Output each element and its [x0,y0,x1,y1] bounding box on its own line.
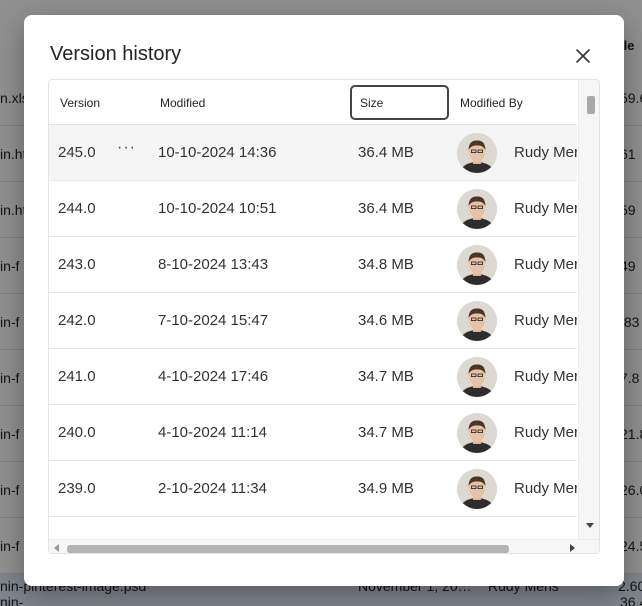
version-modified-by: Rudy Mer [514,256,577,273]
version-modified-by: Rudy Mer [514,200,577,217]
version-number: 244.0 [58,200,96,217]
version-modified: 10-10-2024 14:36 [158,144,277,161]
more-options-button[interactable]: ··· [117,139,136,157]
background-row-name: in-f [0,314,20,330]
user-avatar-image [457,413,497,453]
version-number: 240.0 [58,424,96,441]
avatar [457,189,497,229]
version-size: 34.6 MB [358,312,414,329]
user-avatar-image [457,301,497,341]
version-modified-by: Rudy Mer [514,368,577,385]
dialog-title: Version history [50,43,182,65]
version-size: 34.7 MB [358,424,414,441]
avatar [457,469,497,509]
background-row-name: in.ht [0,202,27,218]
user-avatar-image [457,245,497,285]
background-row-name: in-f [0,426,20,442]
scroll-right-arrow[interactable] [570,544,575,552]
version-row[interactable]: 239.0 2-10-2024 11:34 34.9 MB Rudy Mer [49,461,577,517]
version-grid: Version Modified Size Modified By 245.0 ·… [48,79,600,554]
background-row-name: in-f [0,258,20,274]
version-number: 243.0 [58,256,96,273]
column-header-size[interactable]: Size [360,96,383,110]
version-modified: 4-10-2024 17:46 [158,368,269,385]
version-size: 34.8 MB [358,256,414,273]
background-row-name: in-f [0,370,20,386]
user-avatar-image [457,133,497,173]
column-header-version[interactable]: Version [60,96,100,110]
version-modified-by: Rudy Mer [514,144,577,161]
vertical-scroll-thumb[interactable] [587,96,595,114]
horizontal-scrollbar[interactable] [49,539,599,553]
version-modified: 8-10-2024 13:43 [158,256,269,273]
version-modified-by: Rudy Mer [514,312,577,329]
version-size: 34.9 MB [358,480,414,497]
version-number: 245.0 [58,144,96,161]
version-number: 241.0 [58,368,96,385]
version-row[interactable]: 244.0 10-10-2024 10:51 36.4 MB Rudy Mer [49,181,577,237]
version-row[interactable]: 241.0 4-10-2024 17:46 34.7 MB Rudy Mer [49,349,577,405]
version-size: 36.4 MB [358,200,414,217]
user-avatar-image [457,357,497,397]
avatar [457,245,497,285]
version-row[interactable]: 243.0 8-10-2024 13:43 34.8 MB Rudy Mer [49,237,577,293]
user-avatar-image [457,189,497,229]
version-row[interactable]: 240.0 4-10-2024 11:14 34.7 MB Rudy Mer [49,405,577,461]
close-button[interactable] [570,43,596,69]
version-modified: 10-10-2024 10:51 [158,200,277,217]
grid-rows: 245.0 ··· 10-10-2024 14:36 36.4 MB Rudy Mer 2… [49,125,577,525]
horizontal-scroll-thumb[interactable] [67,545,509,553]
version-history-dialog: Version history Version Modified Size Mo… [24,15,624,586]
scroll-left-arrow[interactable] [54,544,59,552]
version-modified: 4-10-2024 11:14 [158,424,267,441]
version-modified-by: Rudy Mer [514,424,577,441]
version-row[interactable]: 245.0 ··· 10-10-2024 14:36 36.4 MB Rudy Mer [49,125,577,181]
version-number: 239.0 [58,480,96,497]
version-row[interactable]: 242.0 7-10-2024 15:47 34.6 MB Rudy Mer [49,293,577,349]
avatar [457,413,497,453]
version-modified-by: Rudy Mer [514,480,577,497]
avatar [457,301,497,341]
close-icon [576,49,590,63]
scroll-down-arrow[interactable] [586,523,594,528]
version-size: 36.4 MB [358,144,414,161]
version-modified: 2-10-2024 11:34 [158,480,267,497]
version-row[interactable] [49,517,577,525]
background-row-name: nin- [0,594,24,606]
column-header-modified-by[interactable]: Modified By [460,96,523,110]
background-row-name: in-f [0,482,20,498]
version-modified: 7-10-2024 15:47 [158,312,269,329]
version-size: 34.7 MB [358,368,414,385]
avatar [457,133,497,173]
background-row-name: in.ht [0,146,27,162]
background-row-name: in-f [0,538,20,554]
vertical-scrollbar[interactable] [578,80,599,540]
column-header-modified[interactable]: Modified [160,96,205,110]
avatar [457,357,497,397]
background-row-value: 36.4 [620,594,642,606]
version-number: 242.0 [58,312,96,329]
grid-header: Version Modified Size Modified By [49,80,577,125]
user-avatar-image [457,469,497,509]
